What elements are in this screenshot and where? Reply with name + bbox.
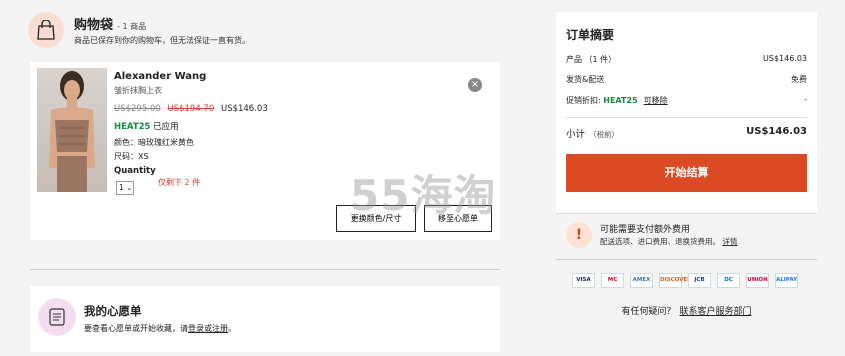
help-line: 有任何疑问？ 联系客户服务部门 [621,307,752,317]
fees-details-link[interactable]: 详情 [722,237,737,246]
summary-products: 产品 （1 件） US$146.03 [566,54,807,64]
quantity-label: Quantity [114,166,156,176]
remove-promo-link[interactable]: 可移除 [644,96,668,105]
fees-text: 配送选项、进口费用、退换货费用。 详情 [600,237,738,246]
bag-count: - 1 商品 [117,22,147,31]
product-image[interactable] [37,68,107,192]
chevron-down-icon: ⌄ [126,183,133,192]
contact-support-link[interactable]: 联系客户服务部门 [680,307,752,317]
product-prices: US$295.00 US$194.70 US$146.03 [114,104,268,114]
summary-divider [566,117,807,118]
wishlist-text: 要查看心愿单或开始收藏，请登录或注册。 [84,324,236,333]
product-brand[interactable]: Alexander Wang [114,71,206,82]
checkout-button[interactable]: 开始结算 [566,154,807,192]
wishlist-section: 我的心愿单 要查看心愿单或开始收藏，请登录或注册。 [30,286,500,352]
summary-promo: 促销折扣: HEAT25 可移除 - [566,95,807,105]
promo-applied: HEAT25 已应用 [114,120,179,132]
price-original: US$295.00 [114,104,161,114]
bag-note: 商品已保存到你的购物车，但无法保证一直有货。 [74,36,250,45]
unionpay-icon: UNION [746,273,769,288]
summary-title: 订单摘要 [566,28,615,42]
quantity-select[interactable]: 1 ⌄ [116,181,134,195]
alert-icon: ! [566,222,592,248]
summary-subtotal: 小计 （税前） US$146.03 [566,126,807,140]
summary-shipping: 发货&配送 免费 [566,75,807,84]
promo-applied-label: 已应用 [153,122,179,132]
fees-title: 可能需要支付额外费用 [600,225,691,235]
login-register-link[interactable]: 登录或注册 [188,324,228,333]
divider [30,269,500,270]
order-summary: 订单摘要 产品 （1 件） US$146.03 发货&配送 免费 促销折扣: HEA… [556,12,817,213]
bag-title: 购物袋 - 1 商品 [74,18,147,33]
discover-icon: DISCOVER [659,273,691,288]
wishlist-icon [38,298,76,336]
divider [556,259,817,260]
jcb-icon: JCB [688,273,711,288]
product-size: 尺码：XS [114,152,149,161]
price-final: US$146.03 [220,104,268,114]
shopping-bag-icon [28,12,64,48]
wishlist-title: 我的心愿单 [84,304,142,318]
product-color: 颜色：暗玫瑰红米黄色 [114,138,194,147]
price-sale: US$194.70 [167,104,215,114]
product-name[interactable]: 皱折抹胸上衣 [114,85,162,96]
alipay-icon: ALIPAY [775,273,798,288]
promo-code: HEAT25 [114,122,151,132]
mastercard-icon: MC [601,273,624,288]
amex-icon: AMEX [630,273,653,288]
close-icon[interactable]: × [468,78,482,92]
additional-fees: ! 可能需要支付额外费用 配送选项、进口费用、退换货费用。 详情 [556,213,817,257]
visa-icon: VISA [572,273,595,288]
diners-icon: DC [717,273,740,288]
stock-warning: 仅剩下 2 件 [158,178,201,187]
bag-header: 购物袋 - 1 商品 商品已保存到你的购物车，但无法保证一直有货。 [28,8,508,52]
watermark: 55海淘 [350,171,497,220]
